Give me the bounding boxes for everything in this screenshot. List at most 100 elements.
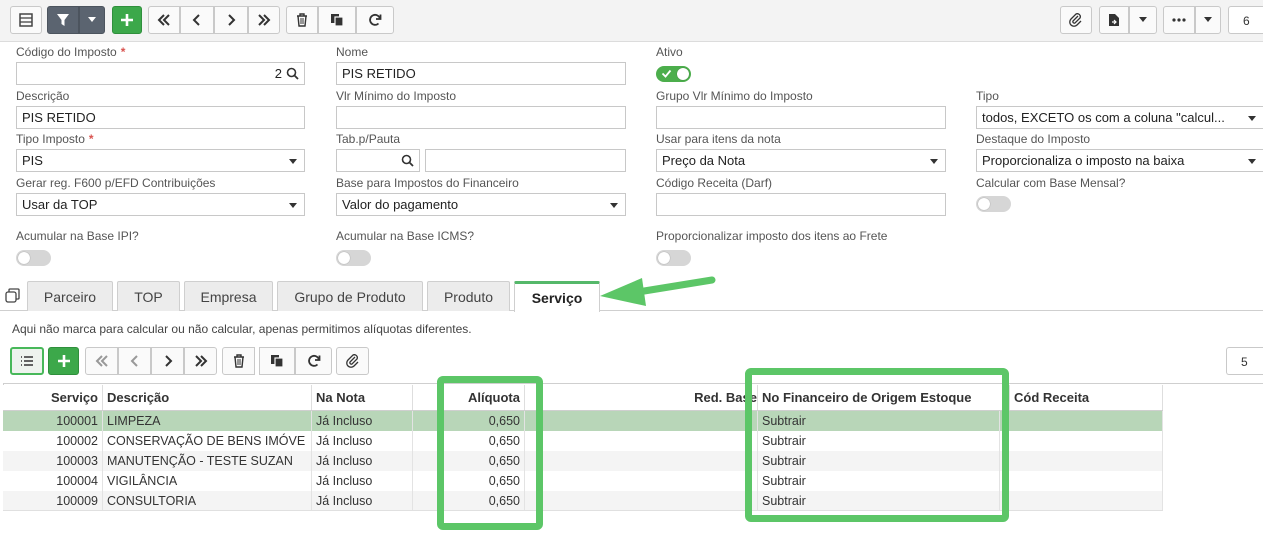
vlr-minimo-field[interactable] [336, 106, 626, 129]
nome-label: Nome [336, 45, 369, 59]
usar-itens-select[interactable]: Preço da Nota [656, 149, 946, 172]
filter-button[interactable] [47, 6, 79, 34]
col-header-red-base[interactable]: Red. Base [525, 385, 758, 410]
destaque-select[interactable]: Proporcionaliza o imposto na baixa [976, 149, 1263, 172]
col-header-servico[interactable]: Serviço [3, 385, 103, 410]
base-financeiro-select[interactable]: Valor do pagamento [336, 193, 626, 216]
attach-icon [1069, 13, 1082, 27]
tab-servico[interactable]: Serviço [514, 281, 600, 312]
grid-view-button[interactable] [10, 6, 42, 34]
cell-descricao[interactable]: LIMPEZA [103, 411, 312, 431]
grid-next-button[interactable] [151, 347, 184, 375]
attach-button[interactable] [1060, 6, 1092, 34]
search-icon[interactable] [286, 67, 299, 80]
codigo-imposto-field[interactable]: 2 [16, 62, 305, 85]
grid-refresh-button[interactable] [295, 347, 332, 375]
previous-record-button[interactable] [180, 6, 214, 34]
grid-page-size-field[interactable]: 5 [1226, 347, 1263, 375]
filter-dropdown-button[interactable] [79, 6, 105, 34]
document-dropdown-button[interactable] [1129, 6, 1157, 34]
delete-icon [233, 354, 244, 368]
col-header-na-nota[interactable]: Na Nota [312, 385, 413, 410]
cell-servico[interactable]: 100001 [3, 411, 103, 431]
tabs-overview-icon[interactable] [5, 288, 21, 304]
cell-red-base[interactable] [525, 451, 758, 471]
cell-red-base[interactable] [525, 431, 758, 451]
grid-add-button[interactable] [48, 347, 79, 375]
tipo-imposto-value: PIS [22, 153, 43, 168]
cell-cod-receita[interactable] [1010, 411, 1163, 431]
grid-prev-button[interactable] [118, 347, 151, 375]
cell-na-nota[interactable]: Já Incluso [312, 491, 413, 511]
cell-servico[interactable]: 100003 [3, 451, 103, 471]
document-button[interactable] [1099, 6, 1129, 34]
ativo-toggle[interactable] [656, 66, 691, 82]
tipo-label: Tipo [976, 89, 999, 103]
tab-pauta-description-field[interactable] [425, 149, 626, 172]
grid-first-button[interactable] [85, 347, 118, 375]
grupo-vlr-minimo-field[interactable] [656, 106, 946, 129]
cell-cod-receita[interactable] [1010, 471, 1163, 491]
cell-cod-receita[interactable] [1010, 431, 1163, 451]
first-record-button[interactable] [148, 6, 180, 34]
cell-red-base[interactable] [525, 411, 758, 431]
proporcionalizar-frete-toggle[interactable] [656, 250, 691, 266]
cell-na-nota[interactable]: Já Incluso [312, 451, 413, 471]
codigo-receita-field[interactable] [656, 193, 946, 216]
tipo-select[interactable]: todos, EXCETO os com a coluna "calcul... [976, 106, 1263, 129]
tab-parceiro[interactable]: Parceiro [27, 281, 113, 311]
toggle-knob [978, 198, 990, 210]
nome-field[interactable]: PIS RETIDO [336, 62, 626, 85]
gerar-f600-value: Usar da TOP [22, 197, 98, 212]
search-icon[interactable] [401, 154, 414, 167]
gerar-f600-label: Gerar reg. F600 p/EFD Contribuições [16, 176, 216, 190]
grid-last-button[interactable] [184, 347, 217, 375]
cell-descricao[interactable]: VIGILÂNCIA [103, 471, 312, 491]
grid-delete-button[interactable] [222, 347, 255, 375]
tab-empresa[interactable]: Empresa [184, 281, 273, 311]
prev-icon [130, 355, 138, 367]
toggle-knob [18, 252, 30, 264]
more-dropdown-button[interactable] [1195, 6, 1221, 34]
calcular-base-mensal-toggle[interactable] [976, 196, 1011, 212]
grid-copy-button[interactable] [259, 347, 295, 375]
grid-attach-button[interactable] [336, 347, 369, 375]
last-record-button[interactable] [248, 6, 280, 34]
first-icon [95, 355, 108, 367]
tab-produto[interactable]: Produto [427, 281, 510, 311]
tab-pauta-code-field[interactable] [336, 149, 420, 172]
tipo-select-value: todos, EXCETO os com a coluna "calcul... [982, 110, 1225, 125]
tab-top[interactable]: TOP [117, 281, 180, 311]
more-button[interactable] [1163, 6, 1195, 34]
cell-servico[interactable]: 100002 [3, 431, 103, 451]
copy-button[interactable] [318, 6, 356, 34]
grupo-vlr-minimo-label: Grupo Vlr Mínimo do Imposto [656, 89, 813, 103]
cell-red-base[interactable] [525, 491, 758, 511]
cell-descricao[interactable]: CONSULTORIA [103, 491, 312, 511]
next-record-button[interactable] [214, 6, 248, 34]
cell-cod-receita[interactable] [1010, 491, 1163, 511]
tab-grupo-produto[interactable]: Grupo de Produto [277, 281, 423, 311]
cell-descricao[interactable]: CONSERVAÇÃO DE BENS IMÓVE [103, 431, 312, 451]
cell-descricao[interactable]: MANUTENÇÃO - TESTE SUZAN [103, 451, 312, 471]
cell-na-nota[interactable]: Já Incluso [312, 471, 413, 491]
add-button[interactable] [112, 6, 142, 34]
tipo-imposto-select[interactable]: PIS [16, 149, 305, 172]
page-size-field[interactable]: 6 [1228, 6, 1263, 34]
cell-na-nota[interactable]: Já Incluso [312, 411, 413, 431]
gerar-f600-select[interactable]: Usar da TOP [16, 193, 305, 216]
cell-red-base[interactable] [525, 471, 758, 491]
col-header-cod-receita[interactable]: Cód Receita [1010, 385, 1163, 410]
cell-servico[interactable]: 100009 [3, 491, 103, 511]
list-view-button[interactable] [10, 347, 44, 375]
acumular-ipi-toggle[interactable] [16, 250, 51, 266]
acumular-icms-toggle[interactable] [336, 250, 371, 266]
cell-na-nota[interactable]: Já Incluso [312, 431, 413, 451]
refresh-button[interactable] [356, 6, 394, 34]
descricao-field[interactable]: PIS RETIDO [16, 106, 305, 129]
usar-itens-label: Usar para itens da nota [656, 132, 781, 146]
col-header-descricao[interactable]: Descrição [103, 385, 312, 410]
cell-cod-receita[interactable] [1010, 451, 1163, 471]
delete-button[interactable] [286, 6, 318, 34]
cell-servico[interactable]: 100004 [3, 471, 103, 491]
